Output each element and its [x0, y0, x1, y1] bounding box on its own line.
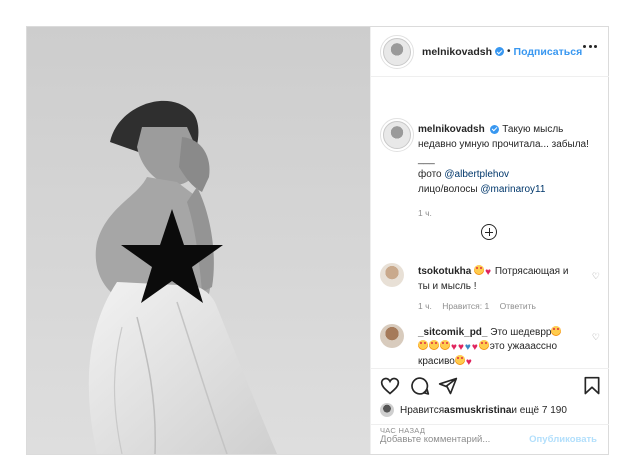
comment-text: _sitcomik_pd_ Это шедеврр ♥♥♥♥ это ужааас… — [418, 326, 578, 368]
comments-section: melnikovadsh Такую мысль недавно умную п… — [371, 78, 609, 368]
reply-button[interactable]: Ответить — [500, 301, 536, 311]
mention-stylist[interactable]: @marinaroy11 — [480, 184, 545, 195]
verified-badge-icon — [495, 47, 505, 56]
red-heart-emoji: ♥ — [485, 267, 492, 278]
likes-middle: и ещё — [511, 404, 540, 416]
commenter-username[interactable]: _sitcomik_pd_ — [418, 327, 487, 338]
comment-text: tsokotukha ♥ Потрясающая и ты и мысль ! — [418, 265, 578, 294]
heart-eyes-emoji — [551, 326, 562, 336]
red-heart-emoji: ♥ — [457, 342, 464, 353]
comment-likes[interactable]: Нравится: 1 — [442, 301, 489, 311]
comment-meta: 1 ч. Нравится: 1 Ответить — [418, 301, 544, 311]
heart-eyes-emoji — [454, 355, 465, 365]
likes-summary: Нравится asmuskristina и ещё 7 190 — [380, 403, 567, 417]
author-username[interactable]: melnikovadsh — [422, 46, 492, 58]
caption-photo-label: фото — [418, 169, 445, 180]
caption-time[interactable]: 1 ч. — [418, 206, 600, 221]
separator-dot: • — [507, 46, 511, 57]
liker-avatar[interactable] — [380, 403, 394, 417]
blue-heart-emoji: ♥ — [464, 342, 471, 353]
likes-prefix: Нравится — [400, 404, 445, 416]
publish-button[interactable]: Опубликовать — [529, 434, 597, 445]
mention-photographer[interactable]: @albertplehov — [444, 169, 509, 180]
commenter-avatar[interactable] — [380, 263, 404, 287]
comment-like-icon[interactable]: ♡ — [592, 332, 600, 343]
plus-circle-icon[interactable] — [481, 224, 497, 240]
heart-eyes-emoji — [418, 340, 428, 350]
add-comment-bar: Опубликовать — [371, 424, 609, 454]
caption-username[interactable]: melnikovadsh — [418, 124, 485, 135]
heart-eyes-emoji — [440, 340, 450, 350]
likes-count[interactable]: 7 190 — [542, 405, 567, 416]
heart-eyes-emoji — [478, 340, 489, 350]
photo-illustration — [27, 27, 370, 454]
heart-eyes-emoji — [429, 340, 439, 350]
liker-username[interactable]: asmuskristina — [444, 405, 511, 416]
bookmark-icon[interactable] — [582, 376, 602, 396]
comment-item: _sitcomik_pd_ Это шедеврр ♥♥♥♥ это ужааас… — [380, 324, 600, 368]
more-options-icon[interactable] — [583, 45, 597, 49]
commenter-username[interactable]: tsokotukha — [418, 266, 471, 277]
red-heart-emoji: ♥ — [471, 342, 478, 353]
caption-text: melnikovadsh Такую мысль недавно умную п… — [418, 122, 600, 221]
author-avatar[interactable] — [380, 34, 414, 69]
red-heart-emoji: ♥ — [451, 342, 457, 353]
caption-line2: ___ — [418, 154, 435, 165]
red-heart-emoji: ♥ — [465, 357, 472, 368]
comment-time[interactable]: 1 ч. — [418, 301, 432, 311]
post-card: melnikovadsh • Подписаться melnikovadsh … — [26, 26, 609, 455]
comment-icon[interactable] — [410, 376, 430, 396]
action-icons-row — [380, 376, 602, 396]
post-header: melnikovadsh • Подписаться — [371, 27, 609, 77]
follow-button[interactable]: Подписаться — [514, 46, 583, 58]
heart-icon[interactable] — [380, 376, 400, 396]
heart-eyes-emoji — [474, 265, 485, 275]
comment-like-icon[interactable]: ♡ — [592, 271, 600, 282]
comment-body: Это шедеврр — [490, 327, 552, 338]
commenter-avatar[interactable] — [380, 324, 404, 348]
caption-avatar[interactable] — [380, 118, 414, 152]
comment-input[interactable] — [380, 434, 520, 445]
post-photo[interactable] — [27, 27, 370, 454]
share-icon[interactable] — [438, 376, 458, 396]
comment-item: tsokotukha ♥ Потрясающая и ты и мысль ! … — [380, 263, 600, 319]
verified-badge-icon — [490, 124, 500, 134]
caption-face-label: лицо/волосы — [418, 184, 481, 195]
post-sidebar: melnikovadsh • Подписаться melnikovadsh … — [370, 27, 609, 454]
